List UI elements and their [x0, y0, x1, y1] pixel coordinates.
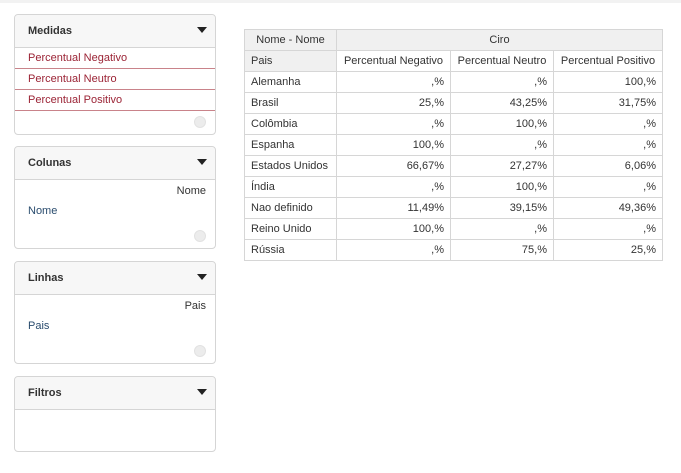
- table-row: Espanha 100,% ,% ,%: [244, 134, 663, 156]
- filters-panel: Filtros: [14, 376, 216, 452]
- table-row: Colômbia ,% 100,% ,%: [244, 113, 663, 135]
- measure-item-percentual-neutro[interactable]: Percentual Neutro: [15, 69, 215, 90]
- pivot-column-header: Percentual Positivo: [553, 50, 663, 72]
- table-cell: ,%: [450, 218, 554, 240]
- table-cell: ,%: [450, 71, 554, 93]
- table-cell: ,%: [336, 176, 451, 198]
- table-cell: 11,49%: [336, 197, 451, 219]
- measures-panel: Medidas Percentual Negativo Percentual N…: [14, 14, 216, 135]
- table-cell: ,%: [336, 71, 451, 93]
- pivot-header-row-group: Nome - Nome Ciro: [244, 29, 663, 51]
- columns-dimension-item[interactable]: Nome: [15, 202, 215, 220]
- table-cell: 27,27%: [450, 155, 554, 177]
- rows-panel: Linhas Pais Pais: [14, 261, 216, 364]
- clear-circle-icon[interactable]: [194, 345, 206, 357]
- filters-panel-title: Filtros: [28, 387, 62, 399]
- measures-list: Percentual Negativo Percentual Neutro Pe…: [15, 48, 215, 134]
- measure-item-percentual-positivo[interactable]: Percentual Positivo: [15, 90, 215, 111]
- table-cell: ,%: [450, 134, 554, 156]
- table-row: Alemanha ,% ,% 100,%: [244, 71, 663, 93]
- table-cell: 31,75%: [553, 92, 663, 114]
- caret-down-icon[interactable]: [197, 274, 207, 280]
- caret-down-icon[interactable]: [197, 159, 207, 165]
- row-label: Nao definido: [244, 197, 337, 219]
- row-label: Estados Unidos: [244, 155, 337, 177]
- table-cell: ,%: [553, 113, 663, 135]
- table-cell: 25,%: [336, 92, 451, 114]
- table-cell: ,%: [553, 218, 663, 240]
- clear-circle-icon[interactable]: [194, 116, 206, 128]
- pivot-header-row-columns: Pais Percentual Negativo Percentual Neut…: [244, 50, 663, 72]
- row-label: Rússia: [244, 239, 337, 261]
- table-cell: 100,%: [553, 71, 663, 93]
- filters-panel-header[interactable]: Filtros: [15, 377, 215, 410]
- table-row: Estados Unidos 66,67% 27,27% 6,06%: [244, 155, 663, 177]
- table-cell: ,%: [336, 113, 451, 135]
- table-row: Índia ,% 100,% ,%: [244, 176, 663, 198]
- pivot-table: Nome - Nome Ciro Pais Percentual Negativ…: [244, 29, 663, 261]
- rows-dimension-header: Pais: [184, 300, 206, 312]
- pivot-row-header: Pais: [244, 50, 337, 72]
- rows-panel-header[interactable]: Linhas: [15, 262, 215, 295]
- table-cell: 66,67%: [336, 155, 451, 177]
- columns-panel: Colunas Nome Nome: [14, 146, 216, 249]
- table-cell: 49,36%: [553, 197, 663, 219]
- table-cell: 100,%: [450, 113, 554, 135]
- table-cell: 100,%: [336, 218, 451, 240]
- row-label: Colômbia: [244, 113, 337, 135]
- table-row: Reino Unido 100,% ,% ,%: [244, 218, 663, 240]
- table-row: Rússia ,% 75,% 25,%: [244, 239, 663, 261]
- columns-list: Nome Nome: [15, 180, 215, 248]
- table-cell: ,%: [336, 239, 451, 261]
- columns-panel-title: Colunas: [28, 157, 72, 169]
- table-row: Nao definido 11,49% 39,15% 49,36%: [244, 197, 663, 219]
- pivot-corner-label: Nome - Nome: [244, 29, 337, 51]
- filters-list: [15, 410, 215, 451]
- rows-panel-title: Linhas: [28, 272, 64, 284]
- row-label: Alemanha: [244, 71, 337, 93]
- table-cell: 43,25%: [450, 92, 554, 114]
- rows-dimension-item[interactable]: Pais: [15, 317, 215, 335]
- table-cell: 25,%: [553, 239, 663, 261]
- table-cell: 39,15%: [450, 197, 554, 219]
- pivot-column-header: Percentual Neutro: [450, 50, 554, 72]
- measures-panel-header[interactable]: Medidas: [15, 15, 215, 48]
- pivot-group-header: Ciro: [336, 29, 663, 51]
- row-label: Índia: [244, 176, 337, 198]
- row-label: Reino Unido: [244, 218, 337, 240]
- pivot-column-header: Percentual Negativo: [336, 50, 451, 72]
- table-cell: 100,%: [450, 176, 554, 198]
- table-cell: 100,%: [336, 134, 451, 156]
- table-cell: ,%: [553, 134, 663, 156]
- table-row: Brasil 25,% 43,25% 31,75%: [244, 92, 663, 114]
- table-cell: 6,06%: [553, 155, 663, 177]
- table-cell: 75,%: [450, 239, 554, 261]
- columns-dimension-header: Nome: [176, 185, 206, 197]
- table-cell: ,%: [553, 176, 663, 198]
- rows-list: Pais Pais: [15, 295, 215, 363]
- caret-down-icon[interactable]: [197, 27, 207, 33]
- clear-circle-icon[interactable]: [194, 230, 206, 242]
- top-border: [0, 0, 681, 3]
- measures-panel-title: Medidas: [28, 25, 73, 37]
- row-label: Brasil: [244, 92, 337, 114]
- columns-panel-header[interactable]: Colunas: [15, 147, 215, 180]
- measure-item-percentual-negativo[interactable]: Percentual Negativo: [15, 48, 215, 69]
- row-label: Espanha: [244, 134, 337, 156]
- caret-down-icon[interactable]: [197, 389, 207, 395]
